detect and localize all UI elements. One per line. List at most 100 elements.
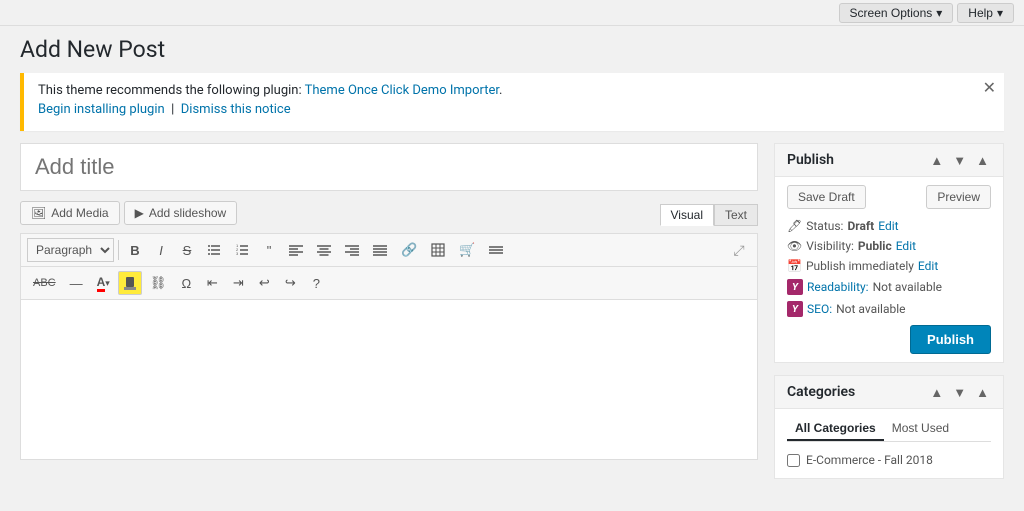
undo-button[interactable]: ↩ — [252, 271, 276, 295]
categories-box-title: Categories — [787, 384, 855, 400]
view-tabs: Visual Text — [660, 204, 758, 226]
help-label: Help — [968, 6, 993, 20]
status-edit-link[interactable]: Edit — [878, 219, 898, 233]
highlight-button[interactable] — [118, 271, 142, 295]
visibility-row: 👁 Visibility: Public Edit — [787, 239, 991, 253]
screen-options-button[interactable]: Screen Options ▾ — [839, 3, 954, 23]
status-icon: 🖊 — [787, 219, 802, 233]
editor-content-area[interactable] — [20, 300, 758, 460]
most-used-tab[interactable]: Most Used — [884, 417, 957, 441]
table-button[interactable] — [425, 238, 451, 262]
bold-button[interactable]: B — [123, 238, 147, 262]
align-justify-button[interactable] — [367, 238, 393, 262]
font-color-button[interactable]: A ▾ — [91, 271, 116, 295]
publish-box-header: Publish ▲ ▼ ▲ — [775, 144, 1003, 177]
notice-close-button[interactable]: ✕ — [983, 81, 996, 97]
media-buttons: 🖼 Add Media ▶ Add slideshow — [20, 201, 237, 225]
woocommerce-button[interactable]: 🛒 — [453, 238, 481, 262]
dismiss-notice-link[interactable]: Dismiss this notice — [181, 102, 291, 117]
strikethrough2-button[interactable]: ABC — [27, 271, 62, 295]
font-color-chevron: ▾ — [105, 278, 110, 289]
publish-footer: Publish — [787, 325, 991, 354]
visibility-label: Visibility: — [806, 239, 854, 253]
notice-text: This theme recommends the following plug… — [38, 83, 990, 98]
help-button[interactable]: Help ▾ — [957, 3, 1014, 23]
strikethrough-button[interactable]: S — [175, 238, 199, 262]
categories-collapse-down[interactable]: ▼ — [951, 385, 968, 400]
align-right-button[interactable] — [339, 238, 365, 262]
category-item[interactable]: E-Commerce - Fall 2018 — [787, 450, 991, 470]
yoast-badge-readability: Y — [787, 279, 803, 295]
publish-button[interactable]: Publish — [910, 325, 991, 354]
publish-box: Publish ▲ ▼ ▲ Save Draft Preview — [774, 143, 1004, 363]
notice-links: Begin installing plugin | Dismiss this n… — [38, 102, 990, 117]
seo-row: Y SEO: Not available — [787, 301, 991, 317]
publish-box-body: Save Draft Preview 🖊 Status: Draft Edit … — [775, 177, 1003, 362]
toolbar-toggle-button[interactable] — [483, 238, 509, 262]
install-plugin-link[interactable]: Begin installing plugin — [38, 102, 165, 117]
preview-button[interactable]: Preview — [926, 185, 991, 209]
add-slideshow-button[interactable]: ▶ Add slideshow — [124, 201, 238, 225]
visibility-value: Public — [858, 239, 892, 253]
status-label: Status: — [806, 219, 843, 233]
expand-button[interactable]: ⤢ — [727, 238, 751, 262]
toolbar-sep-1 — [118, 240, 119, 260]
all-categories-tab[interactable]: All Categories — [787, 417, 884, 441]
categories-list: E-Commerce - Fall 2018 — [787, 450, 991, 470]
top-bar: Screen Options ▾ Help ▾ — [0, 0, 1024, 26]
publish-toggle-icon[interactable]: ▲ — [974, 153, 991, 168]
toolbar-row-1: Paragraph B I S 123 " — [20, 233, 758, 267]
visual-tab[interactable]: Visual — [660, 204, 714, 226]
plugin-link[interactable]: Theme Once Click Demo Importer — [305, 83, 499, 98]
help-keyboard-button[interactable]: ? — [304, 271, 328, 295]
categories-toggle-icon[interactable]: ▲ — [974, 385, 991, 400]
plugin-notice: This theme recommends the following plug… — [20, 73, 1004, 131]
link-button[interactable]: 🔗 — [395, 238, 423, 262]
status-value: Draft — [847, 219, 874, 233]
align-left-button[interactable] — [283, 238, 309, 262]
italic-button[interactable]: I — [149, 238, 173, 262]
indent-button[interactable]: ⇥ — [226, 271, 250, 295]
publish-collapse-down[interactable]: ▼ — [951, 153, 968, 168]
horizontal-rule-button[interactable]: — — [64, 271, 89, 295]
visibility-edit-link[interactable]: Edit — [896, 239, 916, 253]
publish-collapse-up[interactable]: ▲ — [928, 153, 945, 168]
readability-link[interactable]: Readability: — [807, 280, 869, 294]
post-title-input[interactable] — [20, 143, 758, 191]
publish-box-controls: ▲ ▼ ▲ — [928, 153, 991, 168]
publish-box-title: Publish — [787, 152, 834, 168]
category-checkbox[interactable] — [787, 454, 800, 467]
readability-value: Not available — [873, 280, 942, 294]
align-center-button[interactable] — [311, 238, 337, 262]
categories-box: Categories ▲ ▼ ▲ All Categories Most Use… — [774, 375, 1004, 479]
seo-value: Not available — [836, 302, 905, 316]
publish-time-row: 📅 Publish immediately Edit — [787, 259, 991, 273]
categories-box-controls: ▲ ▼ ▲ — [928, 385, 991, 400]
main-wrap: Add New Post This theme recommends the f… — [0, 26, 1024, 511]
publish-actions: Save Draft Preview — [787, 185, 991, 209]
status-row: 🖊 Status: Draft Edit — [787, 219, 991, 233]
outdent-button[interactable]: ⇤ — [200, 271, 224, 295]
redo-button[interactable]: ↪ — [278, 271, 302, 295]
save-draft-button[interactable]: Save Draft — [787, 185, 866, 209]
categories-collapse-up[interactable]: ▲ — [928, 385, 945, 400]
seo-link[interactable]: SEO: — [807, 302, 832, 316]
add-media-icon: 🖼 — [31, 206, 46, 220]
help-chevron-icon: ▾ — [997, 6, 1003, 20]
text-tab[interactable]: Text — [714, 204, 758, 226]
blockquote-button[interactable]: " — [257, 238, 281, 262]
sidebar: Publish ▲ ▼ ▲ Save Draft Preview — [774, 143, 1004, 491]
publish-time-edit-link[interactable]: Edit — [918, 259, 938, 273]
add-media-button[interactable]: 🖼 Add Media — [20, 201, 120, 225]
visibility-icon: 👁 — [787, 239, 802, 253]
special-char-button[interactable]: Ω — [174, 271, 198, 295]
categories-tabs: All Categories Most Used — [787, 417, 991, 442]
format-select[interactable]: Paragraph — [27, 238, 114, 262]
unordered-list-button[interactable] — [201, 238, 227, 262]
editor-panel: 🖼 Add Media ▶ Add slideshow Visual Text … — [20, 143, 758, 460]
chain-link-button[interactable]: ⛓ — [144, 271, 173, 295]
font-color-icon: A — [97, 275, 106, 292]
toolbar-row-2: ABC — A ▾ ⛓ Ω ⇤ ⇥ ↩ ↪ ? — [20, 267, 758, 300]
ordered-list-button[interactable]: 123 — [229, 238, 255, 262]
yoast-badge-seo: Y — [787, 301, 803, 317]
